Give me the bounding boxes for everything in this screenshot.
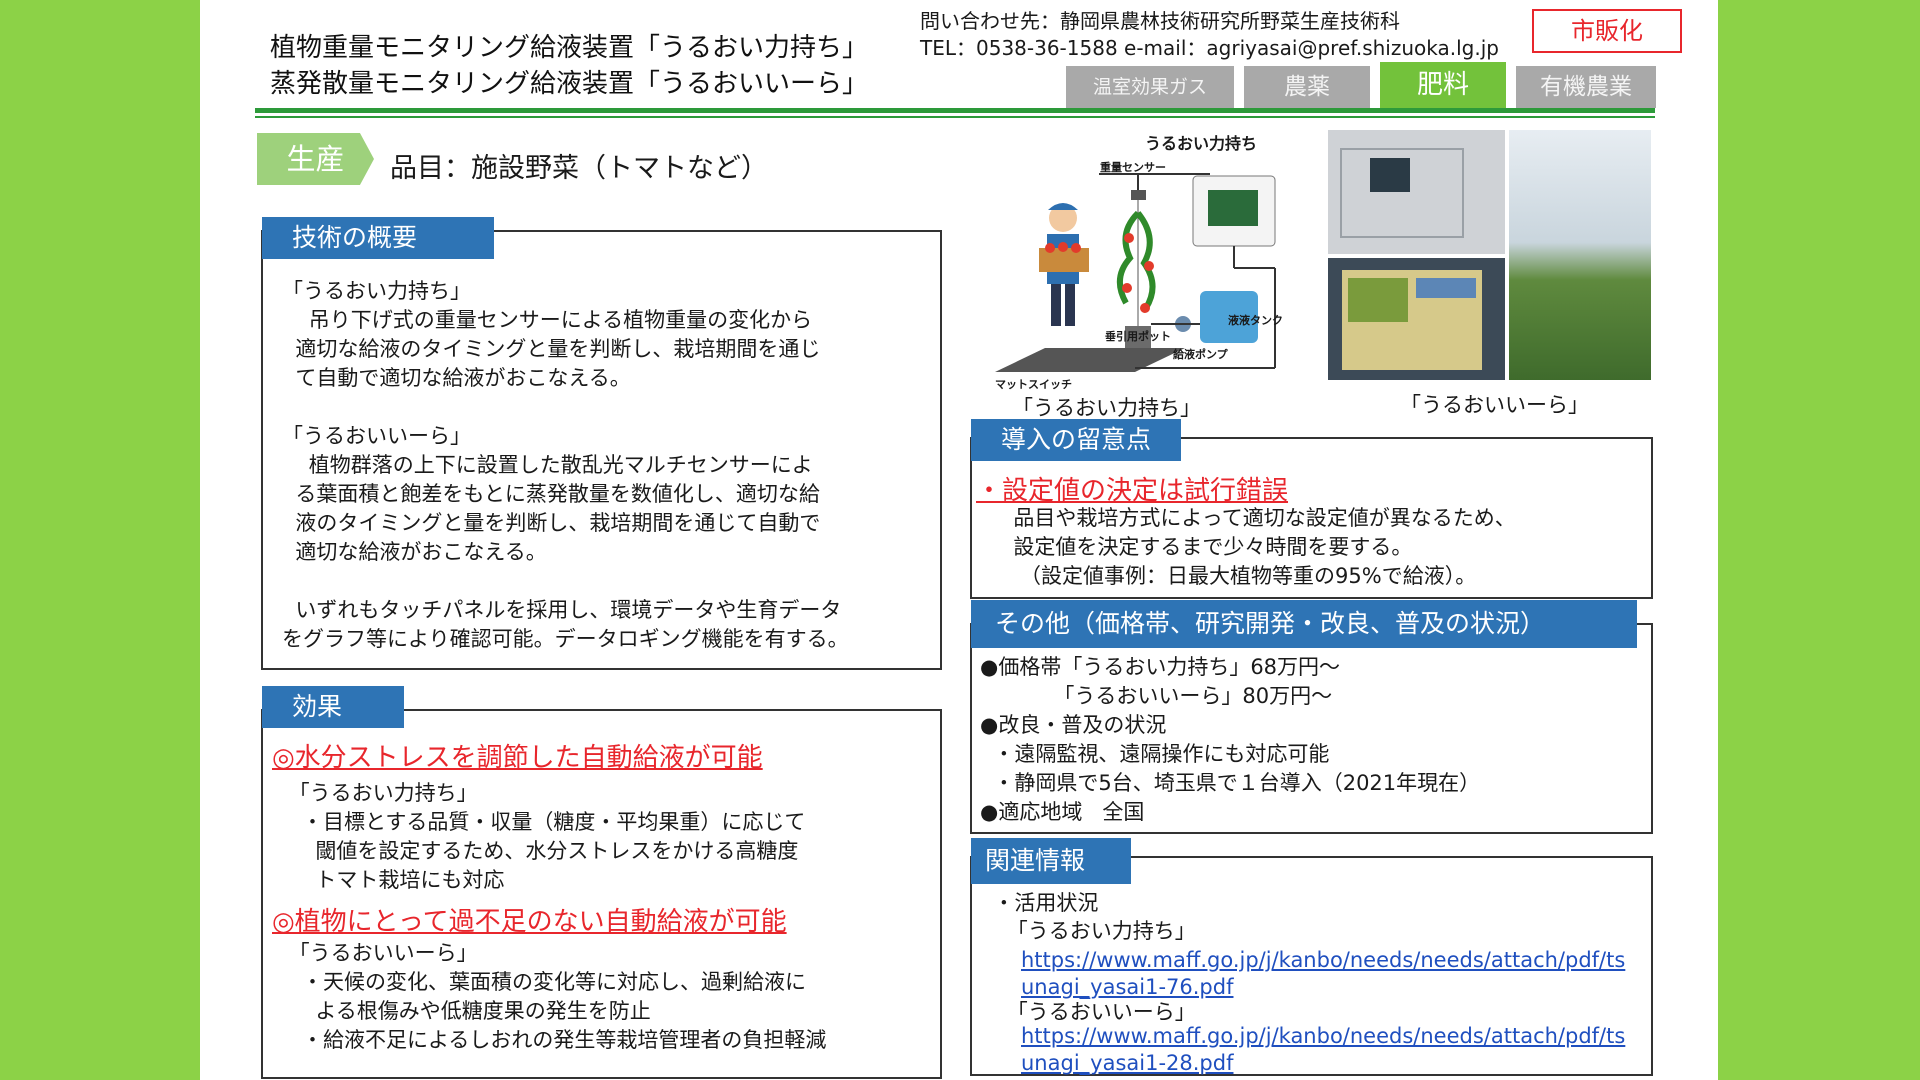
tab-organic[interactable]: 有機農業 (1516, 66, 1656, 108)
label-pot: 垂引用ポット (1105, 330, 1171, 343)
label-mat-switch: マットスイッチ (995, 378, 1072, 391)
label-weight-sensor: 重量センサー (1100, 161, 1166, 174)
other-text: ●価格帯「うるおい力持ち」68万円～ 「うるおいいーら」80万円～ ●改良・普及… (980, 655, 1481, 824)
contact-line-1: 問い合わせ先：静岡県農林技術研究所野菜生産技術科 (920, 9, 1400, 33)
tab-pesticide[interactable]: 農薬 (1244, 66, 1370, 108)
touchpanel-photo (1328, 258, 1505, 380)
points-heading: ・設定値の決定は試行錯誤 (976, 476, 1289, 506)
greenhouse-photo (1509, 130, 1651, 380)
effect-text-1: 「うるおい力持ち」 ・目標とする品質・収量（糖度・平均果重）に応じて 閾値を設定… (288, 781, 806, 892)
overview-text: 「うるおい力持ち」 吊り下げ式の重量センサーによる植物重量の変化から 適切な給液… (282, 279, 849, 651)
points-text: 品目や栽培方式によって適切な設定値が異なるため、 設定値を決定するまで少々時間を… (1013, 506, 1516, 588)
label-tank: 液液タンク (1228, 314, 1283, 327)
effect-heading-1: ◎水分ストレスを調節した自動給液が可能 (272, 743, 763, 773)
effect-heading-2: ◎植物にとって過不足のない自動給液が可能 (272, 907, 787, 937)
other-label: その他（価格帯、研究開発・改良、普及の状況） (971, 600, 1637, 648)
caption-iira: 「うるおいいーら」 (1400, 393, 1589, 417)
commercialized-badge: 市販化 (1532, 9, 1682, 53)
header-divider (255, 108, 1655, 113)
weight-sensor-shape (1131, 190, 1146, 200)
effects-label: 効果 (262, 686, 404, 728)
contact-line-2: TEL：0538-36-1588 e-mail：agriyasai@pref.s… (920, 36, 1499, 60)
overview-label: 技術の概要 (262, 217, 494, 259)
related-text-1: ・活用状況 「うるおい力持ち」 (993, 891, 1196, 943)
controller-photo (1328, 130, 1505, 254)
header-divider-thin (255, 116, 1655, 118)
effect-text-2: 「うるおいいーら」 ・天候の変化、葉面積の変化等に対応し、過剰給液に よる根傷み… (288, 941, 827, 1052)
related-link-1[interactable]: https://www.maff.go.jp/j/kanbo/needs/nee… (1021, 947, 1625, 1001)
tab-fertilizer[interactable]: 肥料 (1380, 62, 1506, 108)
title-line-1: 植物重量モニタリング給液装置「うるおい力持ち」 (270, 33, 869, 63)
item-label: 品目：施設野菜（トマトなど） (390, 153, 768, 184)
tomato-plant-shape (1117, 210, 1156, 310)
title-line-2: 蒸発散量モニタリング給液装置「うるおいいーら」 (270, 69, 869, 99)
tab-greenhouse-gas[interactable]: 温室効果ガス (1066, 66, 1234, 108)
category-tag: 生産 (257, 133, 374, 185)
points-label: 導入の留意点 (971, 419, 1181, 461)
label-pump: 給液ポンプ (1173, 348, 1228, 361)
slide: 植物重量モニタリング給液装置「うるおい力持ち」 蒸発散量モニタリング給液装置「う… (200, 0, 1718, 1080)
related-link-2[interactable]: https://www.maff.go.jp/j/kanbo/needs/nee… (1021, 1023, 1625, 1077)
related-text-2: 「うるおいいーら」 (980, 1000, 1196, 1024)
diagram-title: うるおい力持ち (1145, 134, 1258, 153)
caption-chikaramochi: 「うるおい力持ち」 (1012, 396, 1201, 420)
related-label: 関連情報 (971, 838, 1131, 884)
